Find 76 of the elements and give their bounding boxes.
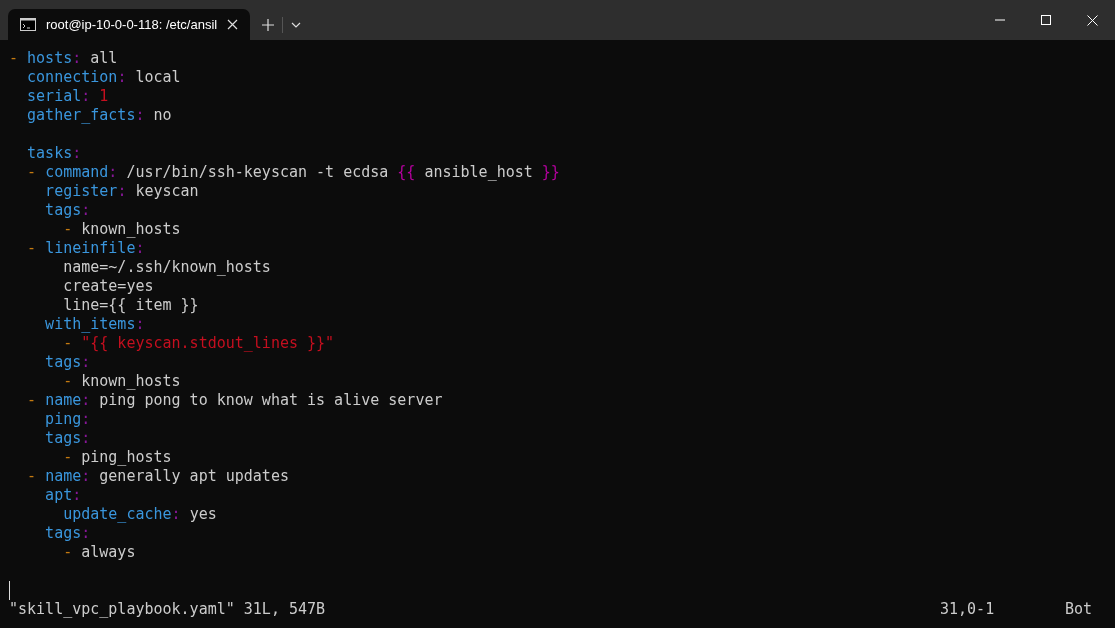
list-dash: - (26, 239, 38, 258)
yaml-key: name (45, 391, 82, 410)
list-dash: - (9, 49, 20, 68)
yaml-key: lineinfile (45, 239, 136, 258)
yaml-key: connection (9, 68, 118, 87)
yaml-value: no (153, 106, 172, 125)
yaml-key: with_items (9, 315, 136, 334)
yaml-value: generally apt updates (99, 467, 289, 486)
key-colon: : (72, 49, 83, 68)
list-dash: - (62, 334, 74, 353)
yaml-key: update_cache (9, 505, 172, 524)
key-colon: : (72, 486, 82, 505)
key-colon: : (171, 505, 182, 524)
text-cursor (9, 581, 10, 600)
key-colon: : (81, 467, 92, 486)
string-value: "{{ keyscan.stdout_lines }}" (81, 334, 335, 353)
key-colon: : (81, 201, 91, 220)
yaml-key: register (9, 182, 118, 201)
key-colon: : (108, 163, 119, 182)
yaml-key: tags (9, 201, 82, 220)
yaml-key: serial (9, 87, 82, 106)
yaml-key: gather_facts (9, 106, 136, 125)
yaml-key: tags (9, 524, 82, 543)
key-colon: : (135, 315, 145, 334)
new-tab-icon[interactable] (262, 18, 274, 31)
yaml-value: all (90, 49, 118, 68)
list-dash: - (62, 372, 74, 391)
close-tab-icon[interactable] (227, 19, 238, 30)
yaml-key: command (45, 163, 109, 182)
key-colon: : (81, 87, 92, 106)
key-colon: : (81, 410, 91, 429)
template-brace: {{ (397, 163, 416, 182)
list-dash: - (62, 220, 74, 239)
yaml-key: ping (9, 410, 82, 429)
key-colon: : (81, 391, 92, 410)
yaml-value: line={{ item }} (62, 296, 199, 315)
terminal-icon (20, 18, 36, 31)
yaml-value: /usr/bin/ssh-keyscan -t ecdsa (126, 163, 390, 182)
yaml-value: known_hosts (81, 372, 181, 391)
terminal-tab[interactable]: root@ip-10-0-0-118: /etc/ansil (8, 9, 250, 40)
key-colon: : (81, 429, 91, 448)
yaml-value: keyscan (135, 182, 199, 201)
list-dash: - (26, 467, 38, 486)
yaml-key: tags (9, 429, 82, 448)
yaml-key: hosts (27, 49, 73, 68)
number-value: 1 (99, 87, 109, 106)
tab-title: root@ip-10-0-0-118: /etc/ansil (46, 17, 217, 32)
list-dash: - (62, 543, 74, 562)
key-colon: : (117, 182, 128, 201)
list-dash: - (26, 391, 38, 410)
template-brace: }} (541, 163, 560, 182)
yaml-value: ansible_host (423, 163, 534, 182)
yaml-key: tags (9, 353, 82, 372)
key-colon: : (81, 353, 91, 372)
list-dash: - (62, 448, 74, 467)
yaml-value: create=yes (62, 277, 154, 296)
key-colon: : (135, 239, 145, 258)
scroll-position: Bot (1065, 600, 1094, 619)
yaml-value: local (135, 68, 181, 87)
yaml-key: name (45, 467, 82, 486)
yaml-value: ping pong to know what is alive server (99, 391, 443, 410)
yaml-value: ping_hosts (81, 448, 172, 467)
yaml-key: tasks (9, 144, 73, 163)
key-colon: : (72, 144, 82, 163)
yaml-value: yes (189, 505, 217, 524)
yaml-value: known_hosts (81, 220, 181, 239)
file-info: "skill_vpc_playbook.yaml" 31L, 547B (9, 600, 326, 619)
cursor-position: 31,0-1 (940, 600, 996, 619)
dropdown-chevron-icon[interactable] (291, 21, 301, 28)
key-colon: : (117, 68, 128, 87)
list-dash: - (26, 163, 38, 182)
key-colon: : (81, 524, 91, 543)
key-colon: : (135, 106, 146, 125)
yaml-key: apt (9, 486, 73, 505)
yaml-value: name=~/.ssh/known_hosts (62, 258, 271, 277)
yaml-value: always (81, 543, 136, 562)
